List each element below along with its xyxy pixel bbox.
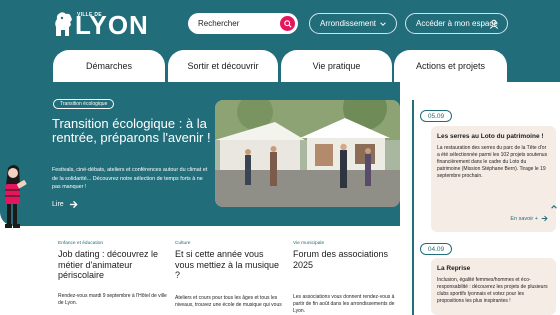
chevron-down-icon bbox=[380, 22, 386, 26]
nav-tab-demarches[interactable]: Démarches bbox=[53, 50, 165, 82]
news-description: Ateliers et cours pour tous les âges et … bbox=[175, 295, 282, 308]
hero-photo bbox=[215, 100, 400, 207]
nav-tab-vie-pratique[interactable]: Vie pratique bbox=[281, 50, 392, 82]
search-button[interactable] bbox=[280, 16, 295, 31]
arrow-right-icon bbox=[69, 200, 78, 209]
hero-read-link[interactable]: Lire bbox=[52, 200, 78, 209]
illustration-person bbox=[5, 165, 27, 228]
news-item[interactable]: Culture Et si cette année vous vous mett… bbox=[175, 241, 285, 308]
arrow-right-icon bbox=[541, 215, 548, 222]
timeline-line bbox=[412, 100, 414, 315]
nav-tab-label: Sortir et découvrir bbox=[187, 61, 259, 71]
arrondissement-select[interactable]: Arrondissement bbox=[309, 13, 397, 34]
agenda-title: Les serres au Loto du patrimoine ! bbox=[437, 133, 544, 140]
arrondissement-label: Arrondissement bbox=[320, 19, 377, 28]
agenda-description: Inclusion, égalité femmes/hommes et éco-… bbox=[437, 277, 548, 304]
user-icon bbox=[489, 19, 499, 29]
nav-tab-label: Actions et projets bbox=[415, 61, 486, 71]
news-category: Culture bbox=[175, 241, 191, 246]
news-category: Enfance et éducation bbox=[58, 241, 104, 246]
account-button[interactable]: Accéder à mon espace bbox=[405, 13, 508, 34]
nav-tab-label: Vie pratique bbox=[312, 61, 361, 71]
chevron-up-icon[interactable] bbox=[550, 203, 558, 211]
news-title[interactable]: Job dating : découvrez le métier d'anima… bbox=[58, 249, 168, 281]
agenda-date: 04.09 bbox=[420, 243, 452, 255]
hero-description: Festivals, ciné-débats, ateliers et conf… bbox=[52, 167, 208, 190]
read-label: Lire bbox=[52, 201, 64, 208]
news-title[interactable]: Et si cette année vous vous mettiez à la… bbox=[175, 249, 285, 281]
search-bar bbox=[188, 13, 298, 34]
logo-prefix: VILLE DE bbox=[77, 12, 102, 18]
hero-title[interactable]: Transition écologique : à la rentrée, pr… bbox=[52, 117, 212, 145]
news-description: Les associations vous donnent rendez-vou… bbox=[293, 294, 395, 314]
agenda-card[interactable]: Les serres au Loto du patrimoine ! La re… bbox=[431, 126, 556, 232]
agenda-card[interactable]: La Reprise Inclusion, égalité femmes/hom… bbox=[431, 258, 556, 315]
account-label: Accéder à mon espace bbox=[416, 19, 498, 28]
agenda-title: La Reprise bbox=[437, 265, 471, 272]
news-item[interactable]: Vie municipale Forum des associations 20… bbox=[293, 241, 403, 314]
nav-tab-sortir[interactable]: Sortir et découvrir bbox=[168, 50, 278, 82]
news-title[interactable]: Forum des associations 2025 bbox=[293, 249, 403, 270]
news-category: Vie municipale bbox=[293, 241, 325, 246]
nav-tab-label: Démarches bbox=[85, 61, 132, 71]
agenda-date: 05.09 bbox=[420, 110, 452, 122]
news-item[interactable]: Enfance et éducation Job dating : découv… bbox=[58, 241, 168, 306]
nav-tab-actions[interactable]: Actions et projets bbox=[394, 50, 507, 82]
search-input[interactable] bbox=[198, 19, 278, 28]
lion-logo-icon bbox=[55, 12, 72, 36]
hero-tag[interactable]: Transition écologique bbox=[53, 99, 115, 109]
lyon-logo[interactable]: VILLE DE LYON bbox=[53, 11, 149, 38]
agenda-more-link[interactable]: En savoir + bbox=[510, 215, 548, 222]
search-icon bbox=[283, 19, 292, 28]
news-description: Rendez-vous mardi 9 septembre à l'Hôtel … bbox=[58, 293, 167, 306]
agenda-description: La restauration des serres du parc de la… bbox=[437, 145, 548, 179]
more-label: En savoir + bbox=[510, 215, 538, 222]
